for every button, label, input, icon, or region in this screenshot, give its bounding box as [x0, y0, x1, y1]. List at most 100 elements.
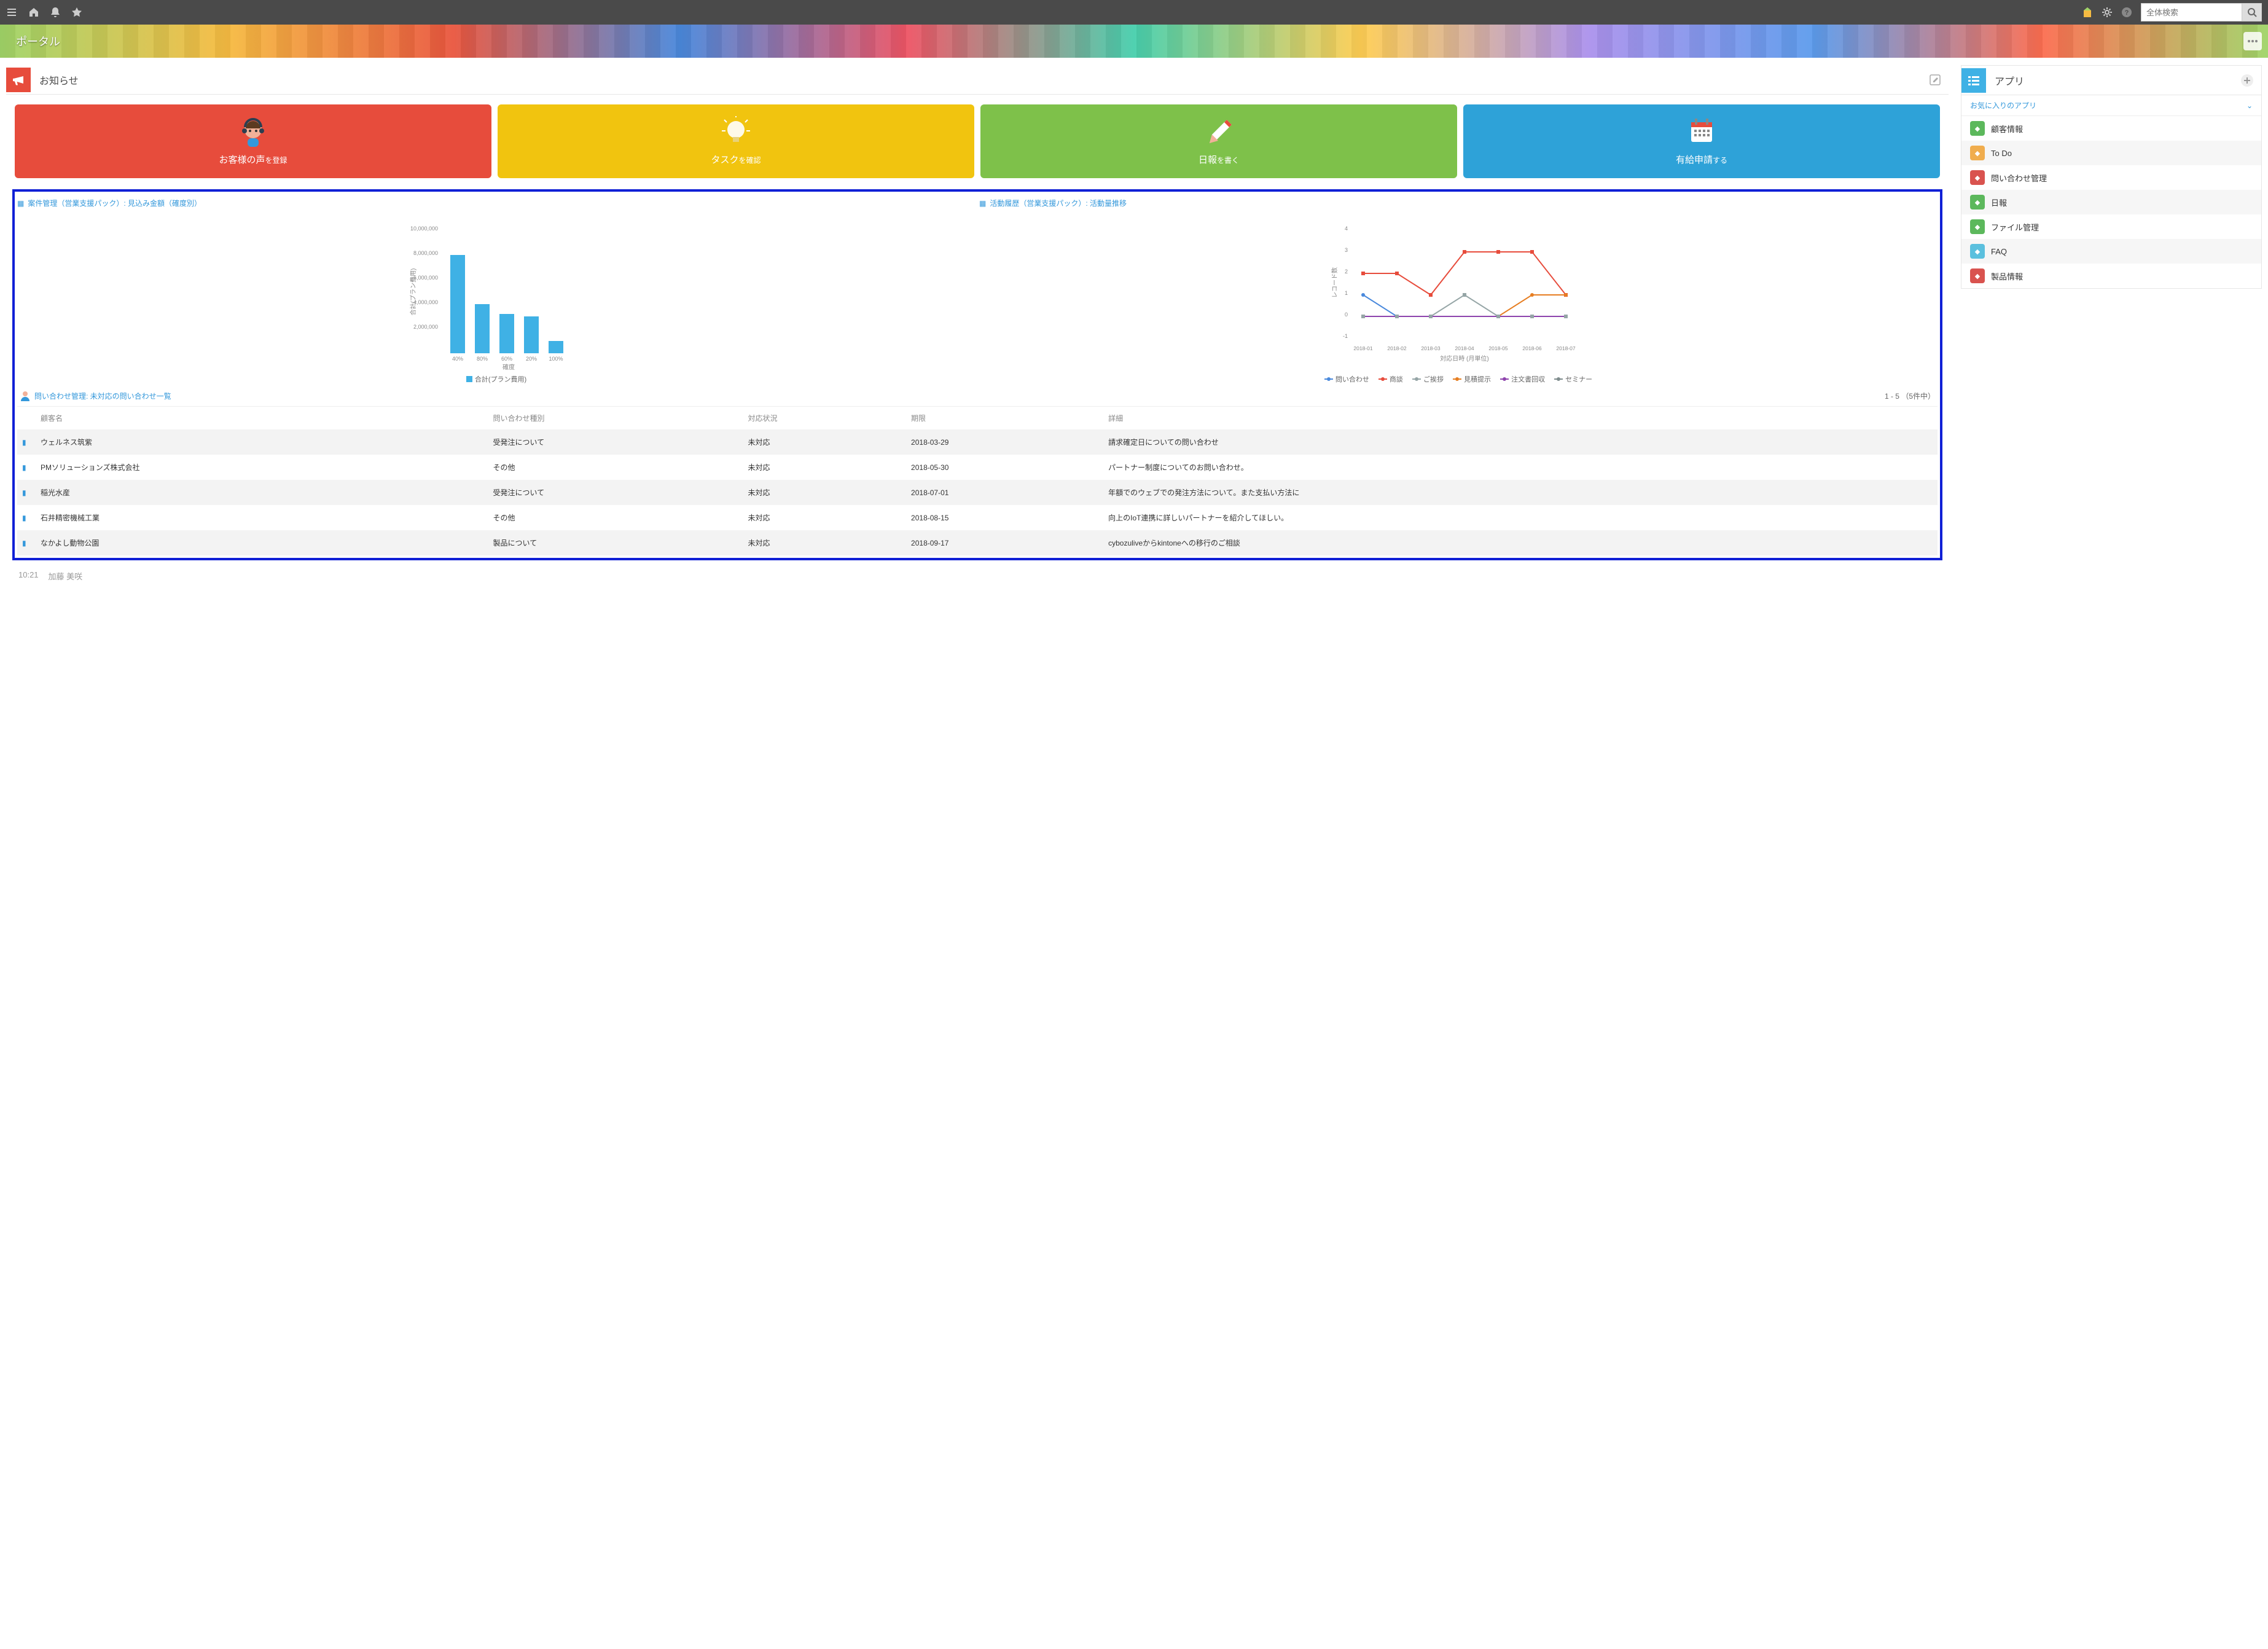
svg-text:4: 4: [1345, 225, 1348, 232]
svg-text:8,000,000: 8,000,000: [413, 250, 438, 256]
svg-text:2018-02: 2018-02: [1387, 345, 1406, 351]
line-chart: 43210-1 レコード数: [979, 212, 1938, 372]
app-label: ファイル管理: [1991, 221, 2039, 233]
app-icon: ◆: [1970, 146, 1985, 160]
app-item[interactable]: ◆FAQ: [1961, 239, 2261, 264]
col-status: 対応状況: [743, 407, 906, 430]
home-icon[interactable]: [28, 7, 39, 18]
card-customer-voice[interactable]: お客様の声を登録: [15, 104, 491, 178]
col-due: 期限: [906, 407, 1103, 430]
search-input[interactable]: [2141, 3, 2242, 22]
chart-title-bar[interactable]: ▦ 案件管理（営業支援パック）: 見込み金額（確度別）: [17, 195, 976, 212]
megaphone-icon: [6, 68, 31, 92]
inquiry-count: 1 - 5 （5件中）: [1885, 391, 1935, 401]
favorite-apps-toggle[interactable]: お気に入りのアプリ ⌄: [1961, 95, 2261, 116]
app-label: 問い合わせ管理: [1991, 172, 2047, 184]
menu-icon[interactable]: [6, 7, 17, 18]
logo-icon: [2082, 7, 2093, 18]
table-row[interactable]: ▮石井精密機械工業その他未対応2018-08-15向上のIoT連携に詳しいパート…: [17, 505, 1938, 530]
doc-icon: ▮: [22, 463, 26, 472]
help-icon[interactable]: ?: [2121, 7, 2132, 18]
svg-text:2018-04: 2018-04: [1455, 345, 1474, 351]
svg-text:2,000,000: 2,000,000: [413, 324, 438, 330]
app-item[interactable]: ◆ To Do: [1961, 141, 2261, 165]
app-label: 顧客情報: [1991, 123, 2023, 135]
table-row[interactable]: ▮稲光水産受発注について未対応2018-07-01年額でのウェブでの発注方法につ…: [17, 480, 1938, 505]
apps-icon: [1961, 68, 1986, 93]
bell-icon[interactable]: [50, 7, 60, 18]
col-detail: 詳細: [1103, 407, 1938, 430]
svg-text:80%: 80%: [477, 356, 488, 362]
table-row[interactable]: ▮PMソリューションズ株式会社その他未対応2018-05-30パートナー制度につ…: [17, 455, 1938, 480]
col-type: 問い合わせ種別: [488, 407, 743, 430]
svg-text:20%: 20%: [526, 356, 537, 362]
chevron-down-icon: ⌄: [2246, 101, 2253, 110]
bar-chart: 10,000,000 8,000,000 6,000,000 4,000,000…: [17, 212, 976, 372]
footer: 10:21 加藤 美咲: [6, 560, 1949, 592]
bar-chart-legend: 合計(プラン費用): [17, 372, 976, 384]
svg-text:100%: 100%: [549, 356, 563, 362]
doc-icon: ▮: [22, 488, 26, 497]
card-label: 有給申請する: [1676, 153, 1727, 166]
app-item[interactable]: ◆ 日報: [1961, 190, 2261, 214]
app-item[interactable]: ◆問い合わせ管理: [1961, 165, 2261, 190]
banner: ポータル: [0, 25, 2268, 58]
svg-text:60%: 60%: [501, 356, 512, 362]
svg-text:対応日時 (月単位): 対応日時 (月単位): [1440, 354, 1488, 362]
gear-icon[interactable]: [2102, 7, 2113, 18]
svg-text:?: ?: [2125, 9, 2129, 17]
svg-text:2018-03: 2018-03: [1421, 345, 1440, 351]
app-icon: ◆: [1970, 244, 1985, 259]
lightbulb-icon: [721, 114, 751, 151]
table-row[interactable]: ▮ウェルネス筑紫受発注について未対応2018-03-29請求確定日についての問い…: [17, 429, 1938, 455]
more-button[interactable]: [2243, 32, 2262, 50]
doc-icon: ▦: [17, 199, 24, 208]
notices-header: お知らせ: [6, 65, 1949, 95]
doc-icon: ▮: [22, 438, 26, 447]
page-title: ポータル: [16, 33, 60, 49]
apps-header: アプリ: [1961, 66, 2261, 95]
app-icon: ◆: [1970, 195, 1985, 210]
card-label: タスクを確認: [711, 153, 761, 166]
star-icon[interactable]: [71, 7, 82, 18]
svg-text:2018-01: 2018-01: [1353, 345, 1372, 351]
edit-icon[interactable]: [1929, 74, 1941, 86]
svg-text:2018-05: 2018-05: [1488, 345, 1507, 351]
app-label: 製品情報: [1991, 270, 2023, 282]
card-task[interactable]: タスクを確認: [498, 104, 974, 178]
pencil-icon: [1203, 114, 1234, 151]
footer-user: 加藤 美咲: [49, 570, 83, 582]
svg-text:2018-06: 2018-06: [1522, 345, 1541, 351]
card-label: お客様の声を登録: [219, 153, 287, 166]
app-icon: ◆: [1970, 268, 1985, 283]
svg-text:40%: 40%: [452, 356, 463, 362]
app-item[interactable]: ◆ 製品情報: [1961, 264, 2261, 288]
notices-title: お知らせ: [39, 72, 79, 87]
apps-title: アプリ: [1995, 73, 2024, 88]
svg-text:-1: -1: [1343, 333, 1348, 339]
doc-icon: ▮: [22, 514, 26, 522]
card-report[interactable]: 日報を書く: [980, 104, 1457, 178]
inquiry-title[interactable]: 問い合わせ管理: 未対応の問い合わせ一覧: [34, 391, 171, 401]
search-button[interactable]: [2242, 3, 2262, 22]
charts-frame: ▦ 案件管理（営業支援パック）: 見込み金額（確度別） 10,000,000 8…: [12, 189, 1942, 560]
card-label: 日報を書く: [1199, 153, 1239, 166]
footer-time: 10:21: [18, 570, 39, 582]
chart-title-line[interactable]: ▦ 活動履歴（営業支援パック）: 活動量推移: [979, 195, 1938, 212]
app-label: 日報: [1991, 197, 2007, 208]
inquiry-table: 顧客名 問い合わせ種別 対応状況 期限 詳細 ▮ウェルネス筑紫受発注について未対…: [17, 406, 1938, 555]
svg-text:3: 3: [1345, 247, 1348, 253]
col-customer: 顧客名: [36, 407, 488, 430]
card-leave[interactable]: 有給申請する: [1463, 104, 1940, 178]
top-bar: ?: [0, 0, 2268, 25]
app-item[interactable]: ◆顧客情報: [1961, 116, 2261, 141]
app-item[interactable]: ◆ファイル管理: [1961, 214, 2261, 239]
svg-text:10,000,000: 10,000,000: [410, 225, 438, 232]
headset-person-icon: [237, 114, 270, 151]
svg-text:確度: 確度: [502, 363, 515, 371]
table-row[interactable]: ▮なかよし動物公園製品について未対応2018-09-17cybozuliveから…: [17, 530, 1938, 555]
svg-text:0: 0: [1345, 311, 1348, 318]
add-app-button[interactable]: [2240, 74, 2254, 87]
line-chart-legend: 問い合わせ 商談 ご挨拶 見積提示 注文書回収 セミナー: [979, 372, 1938, 384]
app-label: To Do: [1991, 149, 2012, 158]
